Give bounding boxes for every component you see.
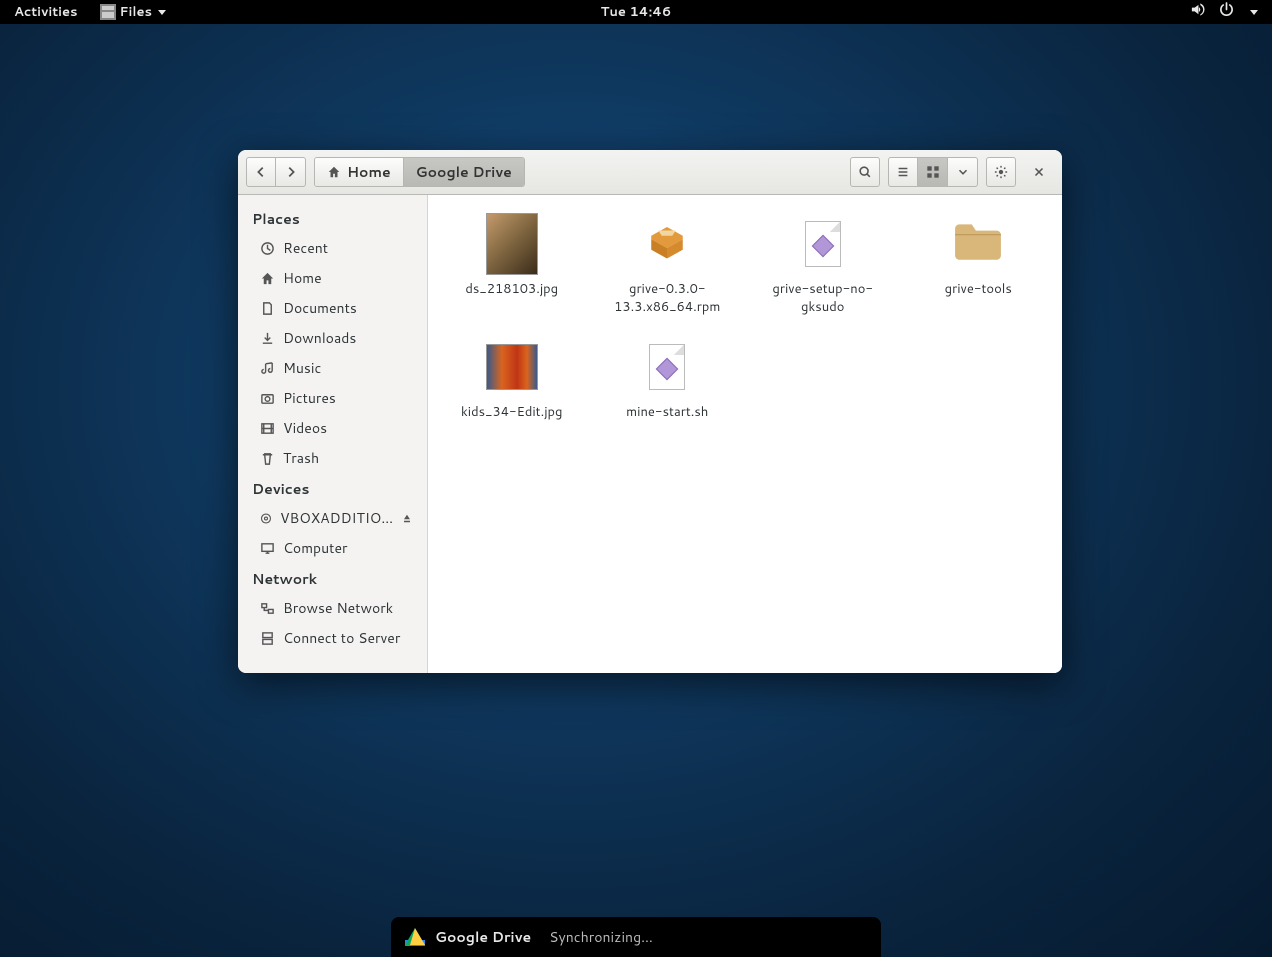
- file-label: grive-tools: [945, 281, 1012, 299]
- toolbar: Home Google Drive: [238, 150, 1062, 195]
- script-file-icon: [805, 221, 841, 267]
- eject-icon[interactable]: [401, 511, 413, 526]
- clock[interactable]: Tue 14:46: [601, 3, 672, 21]
- forward-button[interactable]: [276, 157, 306, 187]
- sidebar-item-connect-server[interactable]: Connect to Server: [238, 623, 427, 653]
- sidebar-section-places: Places: [238, 203, 427, 233]
- file-item[interactable]: kids_34-Edit.jpg: [438, 332, 586, 426]
- file-label: grive-0.3.0-13.3.x86_64.rpm: [598, 281, 738, 316]
- sidebar-item-computer[interactable]: Computer: [238, 533, 427, 563]
- sidebar-item-pictures[interactable]: Pictures: [238, 383, 427, 413]
- file-label: grive-setup-no-gksudo: [753, 281, 893, 316]
- chevron-down-icon: [158, 10, 166, 15]
- sidebar-item-documents[interactable]: Documents: [238, 293, 427, 323]
- sidebar-section-devices: Devices: [238, 473, 427, 503]
- sidebar-item-trash[interactable]: Trash: [238, 443, 427, 473]
- notification-title: Google Drive: [435, 927, 531, 947]
- image-thumbnail-icon: [486, 213, 538, 275]
- file-item[interactable]: ds_218103.jpg: [438, 209, 586, 320]
- file-label: kids_34-Edit.jpg: [461, 404, 563, 422]
- path-segment-current[interactable]: Google Drive: [404, 158, 524, 186]
- files-app-icon: [100, 4, 116, 20]
- image-thumbnail-icon: [486, 344, 538, 390]
- sidebar-item-recent[interactable]: Recent: [238, 233, 427, 263]
- file-item[interactable]: grive-setup-no-gksudo: [749, 209, 897, 320]
- sidebar: Places Recent Home Documents Downloads M…: [238, 195, 428, 673]
- files-window: Home Google Drive: [238, 150, 1062, 673]
- sidebar-item-browse-network[interactable]: Browse Network: [238, 593, 427, 623]
- system-tray: [1190, 2, 1272, 22]
- folder-icon: [953, 220, 1003, 268]
- sidebar-item-home[interactable]: Home: [238, 263, 427, 293]
- path-segment-home[interactable]: Home: [315, 158, 404, 186]
- notification-message: Synchronizing...: [549, 927, 653, 947]
- path-home-label: Home: [347, 162, 391, 182]
- google-drive-icon: [405, 928, 425, 946]
- search-button[interactable]: [850, 157, 880, 187]
- power-icon[interactable]: [1219, 2, 1234, 22]
- sidebar-item-videos[interactable]: Videos: [238, 413, 427, 443]
- script-file-icon: [649, 344, 685, 390]
- file-item[interactable]: grive-tools: [905, 209, 1053, 320]
- gnome-top-bar: Activities Files Tue 14:46: [0, 0, 1272, 24]
- path-bar: Home Google Drive: [314, 157, 525, 187]
- volume-icon[interactable]: [1190, 2, 1205, 22]
- sidebar-item-music[interactable]: Music: [238, 353, 427, 383]
- view-switcher: [888, 157, 978, 187]
- close-button[interactable]: [1024, 157, 1054, 187]
- path-current-label: Google Drive: [416, 162, 512, 182]
- sidebar-item-downloads[interactable]: Downloads: [238, 323, 427, 353]
- back-button[interactable]: [246, 157, 276, 187]
- grid-view-button[interactable]: [918, 157, 948, 187]
- package-icon: [646, 220, 688, 268]
- nav-button-group: [246, 157, 306, 187]
- file-item[interactable]: grive-0.3.0-13.3.x86_64.rpm: [594, 209, 742, 320]
- file-item[interactable]: mine-start.sh: [594, 332, 742, 426]
- gear-button[interactable]: [986, 157, 1016, 187]
- file-label: mine-start.sh: [626, 404, 708, 422]
- file-label: ds_218103.jpg: [465, 281, 558, 299]
- list-view-button[interactable]: [888, 157, 918, 187]
- sidebar-item-vboxadditions[interactable]: VBOXADDITIO...: [238, 503, 427, 533]
- activities-button[interactable]: Activities: [0, 3, 92, 21]
- sidebar-section-network: Network: [238, 563, 427, 593]
- view-options-button[interactable]: [948, 157, 978, 187]
- user-menu-chevron-icon[interactable]: [1250, 10, 1258, 15]
- app-menu[interactable]: Files: [92, 3, 174, 21]
- app-menu-label: Files: [120, 3, 152, 21]
- notification-toast[interactable]: Google Drive Synchronizing...: [391, 917, 881, 957]
- file-grid-area: ds_218103.jpg grive-0.3.0-13.3.x86_64.rpm…: [428, 195, 1062, 673]
